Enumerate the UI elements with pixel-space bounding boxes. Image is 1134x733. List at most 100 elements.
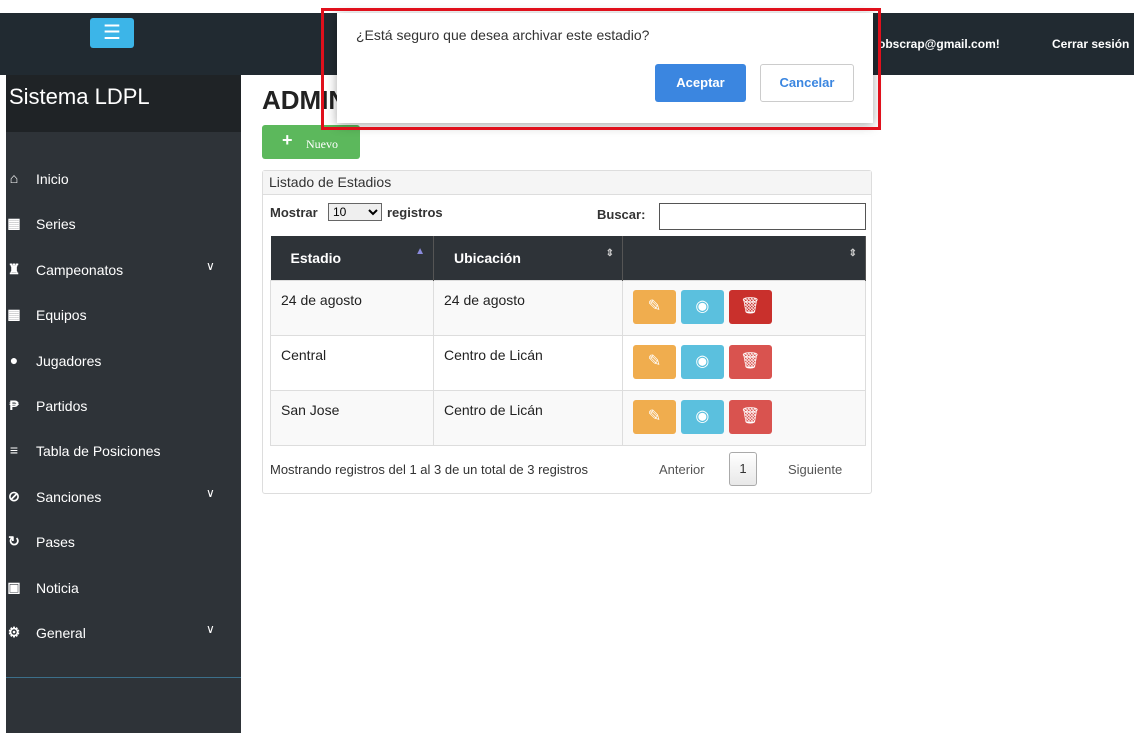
sidebar-item-sanciones[interactable]: ⊘ Sanciones ∨ — [6, 484, 241, 529]
table-row: 24 de agosto 24 de agosto ✎ ◉ 🗑 — [270, 279, 866, 336]
sidebar: Sistema LDPL ⌂ Inicio ▦ Series ♜ Campeonato… — [6, 75, 241, 733]
sidebar-item-general[interactable]: ⚙ General ∨ — [6, 620, 241, 665]
column-header-label: Estadio — [290, 249, 342, 266]
sidebar-item-tabla-posiciones[interactable]: ≡ Tabla de Posiciones — [6, 438, 241, 483]
flag-icon: ₱ — [9, 396, 19, 413]
sidebar-item-label: Inicio — [36, 171, 69, 187]
sidebar-item-equipos[interactable]: ▦ Equipos — [6, 302, 241, 347]
sidebar-item-noticia[interactable]: ▣ Noticia — [6, 575, 241, 620]
pencil-icon: ✎ — [647, 297, 662, 315]
plus-icon: + — [282, 130, 293, 150]
pagination-next[interactable]: Siguiente — [788, 462, 842, 477]
logout-link[interactable]: Cerrar sesión — [1052, 37, 1129, 51]
delete-button[interactable]: 🗑 — [728, 399, 772, 434]
sidebar-toggle-button[interactable]: ☰ — [90, 18, 134, 48]
brand: Sistema LDPL — [6, 75, 241, 132]
cell-estadio: Central — [270, 334, 434, 391]
length-label: Mostrar — [270, 205, 318, 220]
pencil-icon: ✎ — [647, 352, 662, 370]
sidebar-item-label: Partidos — [36, 397, 88, 414]
cell-actions: ✎ ◉ 🗑 — [622, 279, 866, 336]
cell-ubicacion: Centro de Licán — [433, 334, 623, 391]
page-length-select[interactable]: 10 — [328, 203, 382, 221]
user-email: obscrap@gmail.com! — [878, 37, 1000, 51]
column-header-ubicacion[interactable]: Ubicación ⇕ — [433, 236, 623, 280]
sidebar-item-inicio[interactable]: ⌂ Inicio — [6, 166, 241, 211]
panel-header: Listado de Estadios — [263, 171, 871, 195]
new-button[interactable]: + Nuevo — [262, 125, 360, 159]
edit-button[interactable]: ✎ — [633, 399, 676, 434]
trash-icon: 🗑 — [740, 352, 761, 370]
delete-button[interactable]: 🗑 — [728, 344, 772, 379]
table-row: Central Centro de Licán ✎ ◉ 🗑 — [270, 334, 866, 391]
user-icon: ● — [9, 351, 19, 368]
view-button[interactable]: ◉ — [680, 289, 724, 324]
sidebar-item-campeonatos[interactable]: ♜ Campeonatos ∨ — [6, 257, 241, 302]
pencil-icon: ✎ — [647, 407, 662, 425]
edit-button[interactable]: ✎ — [633, 289, 676, 324]
sort-icon: ⇕ — [848, 248, 857, 259]
grid-icon: ▦ — [7, 306, 21, 323]
brand-title[interactable]: Sistema LDPL — [9, 84, 150, 110]
sort-asc-icon: ▲ — [415, 246, 425, 257]
search-label: Buscar: — [597, 207, 646, 222]
sidebar-item-pases[interactable]: ↻ Pases — [6, 529, 241, 574]
cell-estadio: San Jose — [270, 389, 434, 446]
table-header-row: Estadio ▲ Ubicación ⇕ ⇕ — [270, 236, 866, 280]
trophy-icon: ♜ — [7, 260, 21, 277]
cell-actions: ✎ ◉ 🗑 — [622, 389, 866, 446]
search-input[interactable] — [659, 203, 866, 230]
home-icon: ⌂ — [9, 170, 19, 186]
stadiums-panel: Listado de Estadios Mostrar 10 registros… — [262, 170, 872, 494]
sidebar-item-label: Sanciones — [36, 488, 102, 505]
panel-title: Listado de Estadios — [269, 174, 392, 190]
sidebar-divider — [6, 677, 241, 678]
new-button-label: Nuevo — [306, 137, 338, 151]
ban-icon: ⊘ — [8, 487, 20, 504]
eye-icon: ◉ — [695, 297, 710, 315]
delete-button[interactable]: 🗑 — [728, 289, 772, 324]
sidebar-nav: ⌂ Inicio ▦ Series ♜ Campeonatos ∨ ▦ Equipos ●… — [6, 166, 241, 665]
cell-ubicacion: 24 de agosto — [433, 279, 623, 336]
chevron-down-icon: ∨ — [206, 621, 215, 636]
sidebar-item-label: Equipos — [36, 307, 87, 324]
sidebar-item-partidos[interactable]: ₱ Partidos — [6, 393, 241, 438]
sidebar-item-label: Pases — [36, 534, 75, 551]
column-header-label: Ubicación — [454, 249, 521, 266]
edit-button[interactable]: ✎ — [633, 344, 676, 379]
cell-ubicacion: Centro de Licán — [433, 389, 623, 446]
sidebar-item-label: Series — [36, 216, 76, 233]
eye-icon: ◉ — [695, 352, 710, 370]
gear-icon: ⚙ — [7, 623, 21, 640]
sidebar-item-label: Campeonatos — [36, 261, 124, 278]
column-header-estadio[interactable]: Estadio ▲ — [270, 236, 434, 280]
chevron-down-icon: ∨ — [206, 258, 215, 273]
sidebar-item-label: Noticia — [36, 579, 79, 596]
view-button[interactable]: ◉ — [680, 344, 724, 379]
length-suffix: registros — [387, 205, 443, 220]
trash-icon: 🗑 — [740, 407, 761, 425]
view-button[interactable]: ◉ — [680, 399, 724, 434]
grid-icon: ▦ — [7, 215, 21, 232]
sidebar-item-label: Jugadores — [36, 352, 102, 369]
highlight-box — [321, 8, 881, 130]
column-header-actions[interactable]: ⇕ — [622, 236, 866, 280]
sidebar-item-jugadores[interactable]: ● Jugadores — [6, 348, 241, 393]
cell-actions: ✎ ◉ 🗑 — [622, 334, 866, 391]
pagination-page-1[interactable]: 1 — [729, 452, 757, 486]
pagination-previous[interactable]: Anterior — [659, 462, 705, 477]
sidebar-item-label: Tabla de Posiciones — [36, 443, 161, 460]
stadiums-table: Estadio ▲ Ubicación ⇕ ⇕ 24 de agosto 24 de… — [270, 236, 866, 446]
hamburger-icon: ☰ — [103, 22, 121, 44]
sidebar-item-label: General — [36, 624, 86, 641]
picture-icon: ▣ — [7, 578, 21, 595]
list-icon: ≡ — [9, 442, 19, 459]
chevron-down-icon: ∨ — [206, 485, 215, 500]
table-info: Mostrando registros del 1 al 3 de un tot… — [270, 462, 588, 477]
sidebar-item-series[interactable]: ▦ Series — [6, 211, 241, 256]
eye-icon: ◉ — [695, 407, 710, 425]
cell-estadio: 24 de agosto — [270, 279, 434, 336]
refresh-icon: ↻ — [8, 533, 20, 550]
sort-icon: ⇕ — [605, 248, 614, 259]
trash-icon: 🗑 — [740, 297, 761, 315]
